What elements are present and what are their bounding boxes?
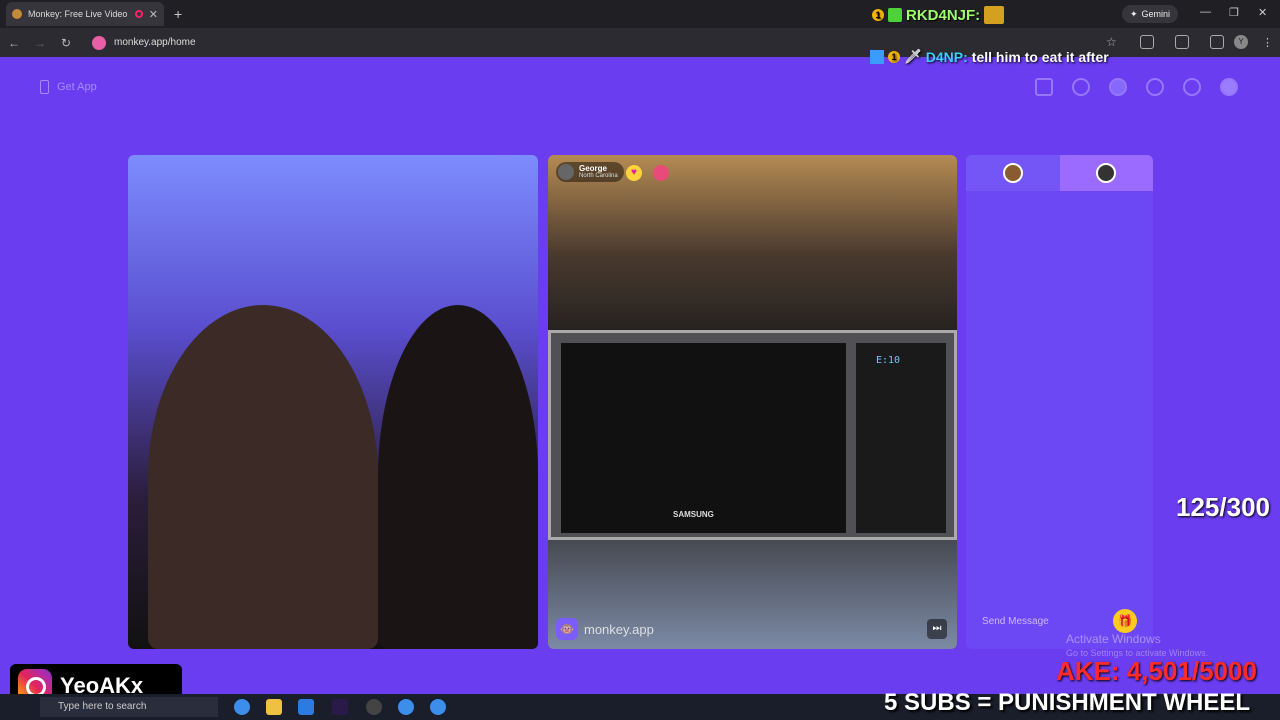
site-info-icon[interactable] [92, 35, 106, 50]
after-effects-icon[interactable] [332, 699, 348, 715]
remote-user-name: George [579, 164, 608, 173]
search-icon[interactable] [1072, 78, 1090, 96]
chrome-icon[interactable] [430, 699, 446, 715]
minimize-icon[interactable]: — [1200, 6, 1211, 18]
new-tab-button[interactable]: + [174, 6, 182, 22]
microwave-display: E:10 [876, 355, 901, 366]
profile-icon[interactable] [1220, 78, 1238, 96]
gift-icon[interactable]: 🎁 [1113, 609, 1137, 633]
messages-icon[interactable] [1183, 78, 1201, 96]
profile-avatar[interactable]: Y [1234, 35, 1248, 49]
punishment-banner: 5 SUBS = PUNISHMENT WHEEL [884, 689, 1251, 716]
bookmark-star-icon[interactable]: ☆ [1106, 35, 1120, 49]
tab-partner[interactable] [1059, 155, 1153, 191]
microwave-door [561, 343, 846, 533]
phone-icon [40, 80, 49, 94]
microwave: E:10 [548, 330, 957, 540]
close-tab-icon[interactable]: ✕ [149, 8, 158, 21]
history-icon[interactable] [1146, 78, 1164, 96]
send-message-placeholder: Send Message [982, 615, 1049, 627]
taskbar-search[interactable]: Type here to search [40, 697, 218, 717]
stream-chat-message: 1 🗡 D4NP: tell him to eat it after [870, 48, 1109, 65]
sword-icon: 🗡 [904, 48, 922, 64]
browser-tab[interactable]: Monkey: Free Live Video Ch ✕ [6, 2, 164, 26]
report-icon[interactable] [653, 165, 669, 181]
heart-icon[interactable]: ♥ [626, 165, 642, 181]
avatar [558, 164, 574, 180]
url-text: monkey.app/home [114, 37, 196, 48]
maximize-icon[interactable]: ❐ [1229, 6, 1239, 19]
event-user: RKD4NJF: [906, 6, 981, 24]
get-app-label: Get App [57, 81, 97, 93]
file-explorer-icon[interactable] [266, 699, 282, 715]
chat-panel: Send Message 🎁 [966, 155, 1153, 649]
shop-icon[interactable] [1035, 78, 1053, 96]
cast-icon[interactable] [1175, 35, 1189, 49]
emote-icon [984, 6, 1005, 24]
browser-tabbar: Monkey: Free Live Video Ch ✕ + [0, 0, 1280, 28]
remote-user-location: North Carolina [579, 173, 618, 179]
prime-icon [870, 49, 884, 64]
badge-icon: 1 [872, 9, 884, 21]
chat-username: D4NP: [925, 48, 968, 65]
microwave-controls: E:10 [856, 343, 946, 533]
monkey-logo-icon: 🐵 [556, 618, 578, 640]
forward-icon[interactable]: → [28, 36, 52, 50]
chat-tabs [966, 155, 1153, 191]
header-icons [1035, 78, 1238, 96]
remote-user-tag[interactable]: George North Carolina [556, 162, 624, 182]
brand-label: SAMSUNG [673, 510, 714, 519]
media-icon[interactable] [1210, 35, 1224, 49]
battery-icon [888, 8, 902, 22]
friends-icon[interactable] [1109, 78, 1127, 96]
sub-counter: 125/300 [1176, 492, 1270, 522]
stream-event-top: 1 RKD4NJF: [872, 6, 1005, 24]
skip-icon[interactable]: ⏭ [927, 619, 947, 639]
window-close-icon[interactable]: ✕ [1258, 6, 1267, 19]
tab-title: Monkey: Free Live Video Ch [28, 9, 129, 19]
avatar [1002, 163, 1023, 183]
watermark-text: monkey.app [584, 621, 654, 637]
remote-video: E:10 SAMSUNG [548, 155, 957, 649]
gemini-label: Gemini [1141, 9, 1171, 19]
recording-icon [134, 10, 143, 18]
tab-self[interactable] [966, 155, 1060, 191]
reload-icon[interactable]: ↻ [54, 36, 78, 50]
monkey-watermark: 🐵 monkey.app [556, 618, 654, 640]
gemini-button[interactable]: ✦ Gemini [1122, 5, 1179, 23]
chat-text: tell him to eat it after [971, 48, 1109, 65]
sparkle-icon: ✦ [1130, 8, 1138, 19]
local-video [128, 155, 538, 649]
obs-icon[interactable] [366, 699, 382, 715]
badge-icon: 1 [888, 50, 900, 63]
chrome-icon[interactable] [234, 699, 250, 715]
browser-menu-icon[interactable]: ⋮ [1262, 36, 1273, 49]
goal-counter: AKE: 4,501/5000 [1056, 656, 1257, 686]
person-left [148, 305, 378, 649]
person-right [378, 305, 538, 649]
send-message-input[interactable]: Send Message 🎁 [974, 607, 1145, 635]
back-icon[interactable]: ← [2, 36, 26, 50]
avatar [1096, 163, 1117, 183]
chrome-icon[interactable] [398, 699, 414, 715]
activate-windows-title: Activate Windows [1066, 632, 1161, 646]
get-app-button[interactable]: Get App [40, 80, 97, 94]
extensions-icon[interactable] [1140, 35, 1154, 49]
url-field[interactable]: monkey.app/home [92, 35, 196, 50]
monkey-favicon-icon [12, 9, 22, 19]
store-icon[interactable] [298, 699, 314, 715]
